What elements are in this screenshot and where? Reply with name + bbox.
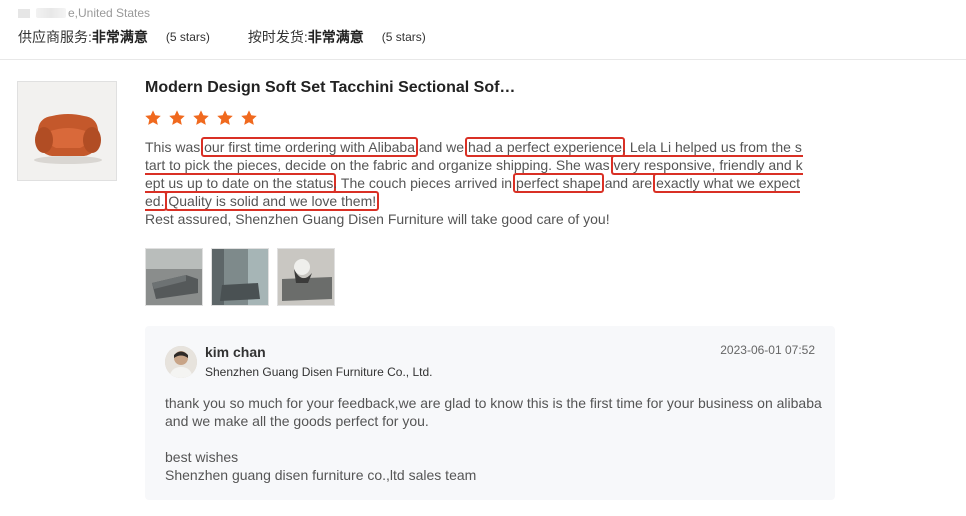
product-image[interactable] <box>17 81 117 181</box>
reply-paragraph: thank you so much for your feedback,we a… <box>165 395 822 429</box>
reply-signoff: best wishes <box>165 449 239 465</box>
rating-stars-text: (5 stars) <box>165 30 210 44</box>
review-text: This was our first time ordering with Al… <box>145 137 805 228</box>
star-icon <box>217 110 233 125</box>
rating-value: 非常满意 <box>307 29 364 45</box>
country-flag-icon <box>18 8 30 18</box>
rating-on-time-delivery: 按时发货: 非常满意 (5 stars) <box>248 27 426 47</box>
review-star-rating <box>144 109 264 127</box>
rating-label: 供应商服务: <box>18 29 92 45</box>
reply-body: thank you so much for your feedback,we a… <box>165 394 825 484</box>
supplier-reply: kim chan Shenzhen Guang Disen Furniture … <box>145 326 835 500</box>
rating-value: 非常满意 <box>91 29 148 45</box>
star-icon <box>193 110 209 125</box>
rating-supplier-service: 供应商服务: 非常满意 (5 stars) <box>18 27 210 47</box>
highlighted-phrase: perfect shape <box>512 173 604 193</box>
review-closing-line: Rest assured, Shenzhen Guang Disen Furni… <box>145 211 610 227</box>
section-divider <box>0 59 966 60</box>
reply-company-name: Shenzhen Guang Disen Furniture Co., Ltd. <box>205 365 433 379</box>
review-text-segment: . The couch pieces arrived in <box>333 175 516 191</box>
star-icon <box>241 110 257 125</box>
reply-timestamp: 2023-06-01 07:52 <box>720 343 815 357</box>
review-photo-thumb[interactable] <box>145 248 203 306</box>
blurred-reviewer-name <box>36 8 66 18</box>
star-icon <box>145 110 161 125</box>
rating-stars-text: (5 stars) <box>381 30 426 44</box>
star-icon <box>169 110 185 125</box>
review-text-segment: and we <box>415 139 468 155</box>
avatar <box>165 346 197 378</box>
rating-label: 按时发货: <box>247 29 308 45</box>
review-photo-thumb[interactable] <box>277 248 335 306</box>
reply-signature: Shenzhen guang disen furniture co.,ltd s… <box>165 467 477 483</box>
review-photos <box>145 248 343 306</box>
review-text-segment: and are <box>600 175 657 191</box>
highlighted-phrase: had a perfect experience <box>464 137 626 157</box>
reply-author-name: kim chan <box>205 344 266 360</box>
location-text: e,United States <box>68 6 151 20</box>
product-title-link[interactable]: Modern Design Soft Set Tacchini Sectiona… <box>145 79 515 97</box>
highlighted-phrase: our first time ordering with Alibaba <box>201 137 418 157</box>
review-photo-thumb[interactable] <box>211 248 269 306</box>
review-text-segment: This was <box>145 139 205 155</box>
highlighted-phrase: Quality is solid and we love them! <box>165 191 380 211</box>
reviewer-location: e,United States <box>18 5 150 21</box>
supplier-ratings: 供应商服务: 非常满意 (5 stars) 按时发货: 非常满意 (5 star… <box>18 27 426 47</box>
